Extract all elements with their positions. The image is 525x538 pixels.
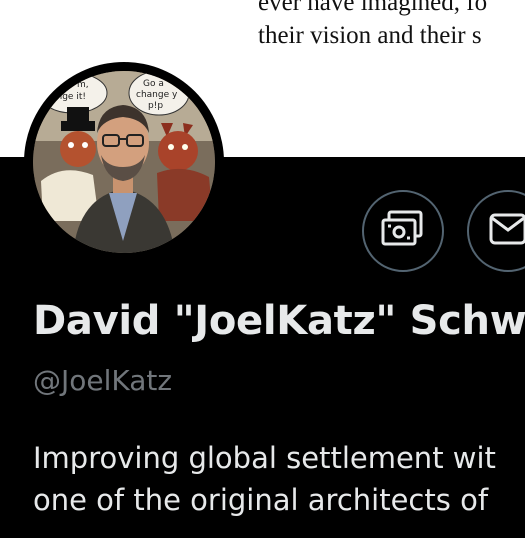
- bubble-right-line: p!p: [148, 101, 163, 111]
- bio-line: one of the original architects of: [33, 483, 489, 517]
- bubble-right-line: change y: [136, 90, 178, 100]
- profile-bio: Improving global settlement wit one of t…: [33, 437, 496, 521]
- bio-line: Improving global settlement wit: [33, 441, 496, 475]
- bubble-left-line: m,: [77, 80, 89, 90]
- tip-icon: [380, 209, 426, 253]
- display-name: David "JoelKatz" Schw: [33, 298, 525, 344]
- banner-line: ever have imagined, fo: [258, 0, 488, 16]
- tip-button[interactable]: [362, 190, 444, 272]
- bubble-right-line: Go a: [143, 79, 164, 89]
- message-icon: [488, 212, 525, 250]
- avatar[interactable]: m, ange it! Go a change y p!p: [33, 71, 215, 253]
- banner-line: their vision and their s: [258, 22, 482, 49]
- profile-handle: @JoelKatz: [33, 364, 173, 397]
- banner-text: ever have imagined, fo their vision and …: [258, 0, 525, 52]
